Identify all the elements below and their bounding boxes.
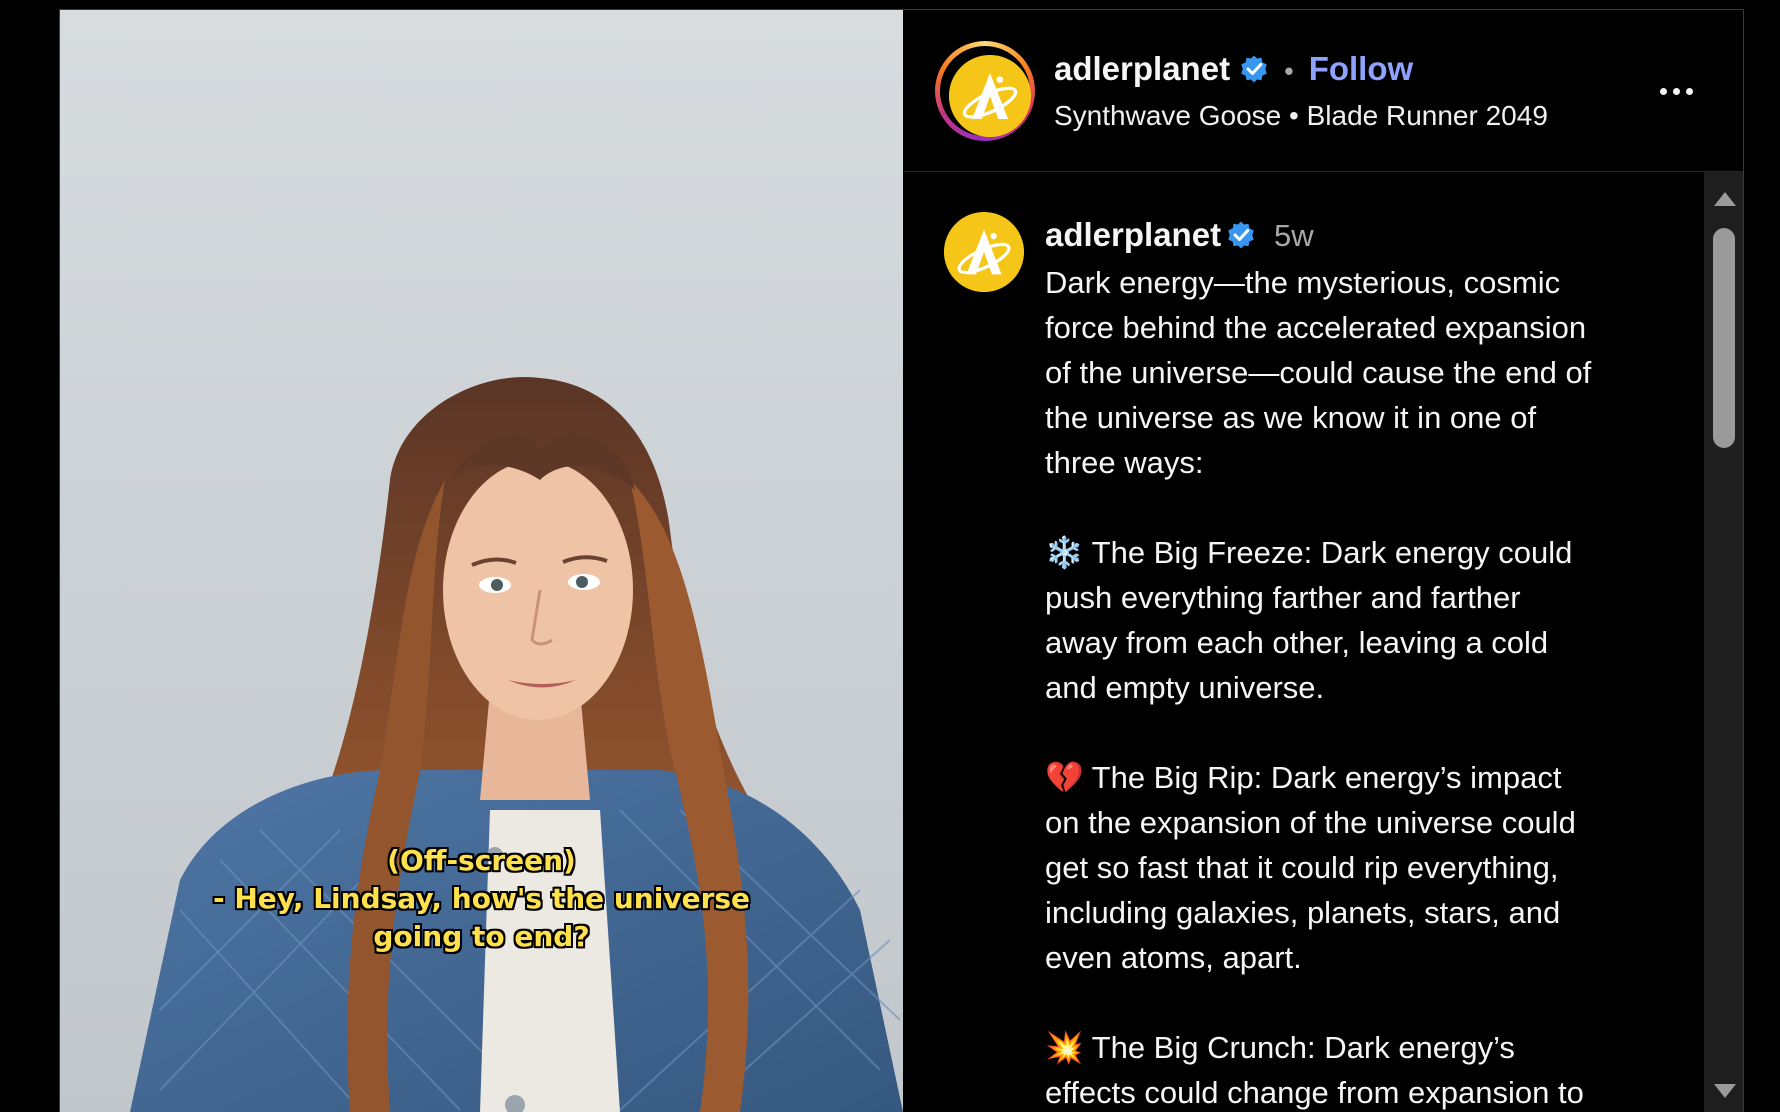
caption-line: away from each other, leaving a cold	[1045, 625, 1549, 660]
caption-line: even atoms, apart.	[1045, 940, 1302, 975]
post-side-panel: adlerplanet • Follow Synthwave Goose • B…	[904, 10, 1743, 1112]
caption-line: the universe as we know it in one of	[1045, 400, 1537, 435]
audio-track-label[interactable]: Synthwave Goose • Blade Runner 2049	[1054, 100, 1548, 132]
caption-line: effects could change from expansion to	[1045, 1075, 1584, 1110]
adler-logo-icon	[944, 212, 1024, 292]
caption-line: Dark energy—the mysterious, cosmic	[1045, 265, 1561, 300]
caption-line: on the expansion of the universe could	[1045, 805, 1576, 840]
header-username-row: adlerplanet • Follow	[1054, 50, 1413, 88]
caption-username[interactable]: adlerplanet	[1045, 216, 1221, 253]
caption-line: force behind the accelerated expansion	[1045, 310, 1587, 345]
caption-line: of the universe—could cause the end of	[1045, 355, 1592, 390]
follow-button[interactable]: Follow	[1309, 50, 1413, 87]
scrollbar-thumb[interactable]	[1713, 228, 1735, 448]
scroll-up-arrow-icon[interactable]	[1714, 192, 1736, 206]
caption-line: - Hey, Lindsay, how's the universe	[212, 882, 751, 915]
caption-paragraph-intro: Dark energy—the mysterious, cosmic force…	[1045, 260, 1695, 485]
post-header: adlerplanet • Follow Synthwave Goose • B…	[904, 10, 1743, 172]
caption-text: Dark energy—the mysterious, cosmic force…	[1045, 260, 1695, 1112]
verified-badge-icon	[1227, 221, 1254, 249]
story-ring[interactable]	[935, 41, 1035, 141]
caption-line: including galaxies, planets, stars, and	[1045, 895, 1561, 930]
reel-video[interactable]: (Off-screen) - Hey, Lindsay, how's the u…	[60, 10, 903, 1112]
caption-line: going to end?	[373, 920, 590, 953]
header-username[interactable]: adlerplanet	[1054, 50, 1230, 87]
post-timestamp[interactable]: 5w	[1274, 218, 1314, 253]
caption-paragraph-freeze: ❄️ The Big Freeze: Dark energy could pus…	[1045, 530, 1695, 710]
separator-dot: •	[1284, 56, 1294, 86]
caption-line: get so fast that it could rip everything…	[1045, 850, 1559, 885]
caption-line: 💔 The Big Rip: Dark energy’s impact	[1045, 760, 1562, 795]
caption-paragraph-rip: 💔 The Big Rip: Dark energy’s impact on t…	[1045, 755, 1695, 980]
caption-line: three ways:	[1045, 445, 1204, 480]
caption-scrollbar[interactable]	[1704, 172, 1743, 1112]
caption-line: ❄️ The Big Freeze: Dark energy could	[1045, 535, 1573, 570]
scroll-down-arrow-icon[interactable]	[1714, 1084, 1736, 1098]
caption-avatar[interactable]	[944, 212, 1024, 292]
post-caption-area: adlerplanet 5w Dark energy—the mysteriou…	[904, 172, 1704, 1112]
caption-header: adlerplanet 5w	[1045, 216, 1314, 254]
verified-badge-icon	[1241, 55, 1267, 83]
caption-line: 💥 The Big Crunch: Dark energy’s	[1045, 1030, 1515, 1065]
more-options-icon[interactable]	[1646, 76, 1706, 106]
adler-logo-icon	[949, 55, 1031, 137]
caption-line: push everything farther and farther	[1045, 580, 1521, 615]
profile-avatar[interactable]	[949, 55, 1031, 137]
video-captions: (Off-screen) - Hey, Lindsay, how's the u…	[60, 842, 903, 956]
caption-paragraph-crunch: 💥 The Big Crunch: Dark energy’s effects …	[1045, 1025, 1695, 1112]
caption-line: (Off-screen)	[387, 844, 576, 877]
caption-line: and empty universe.	[1045, 670, 1325, 705]
